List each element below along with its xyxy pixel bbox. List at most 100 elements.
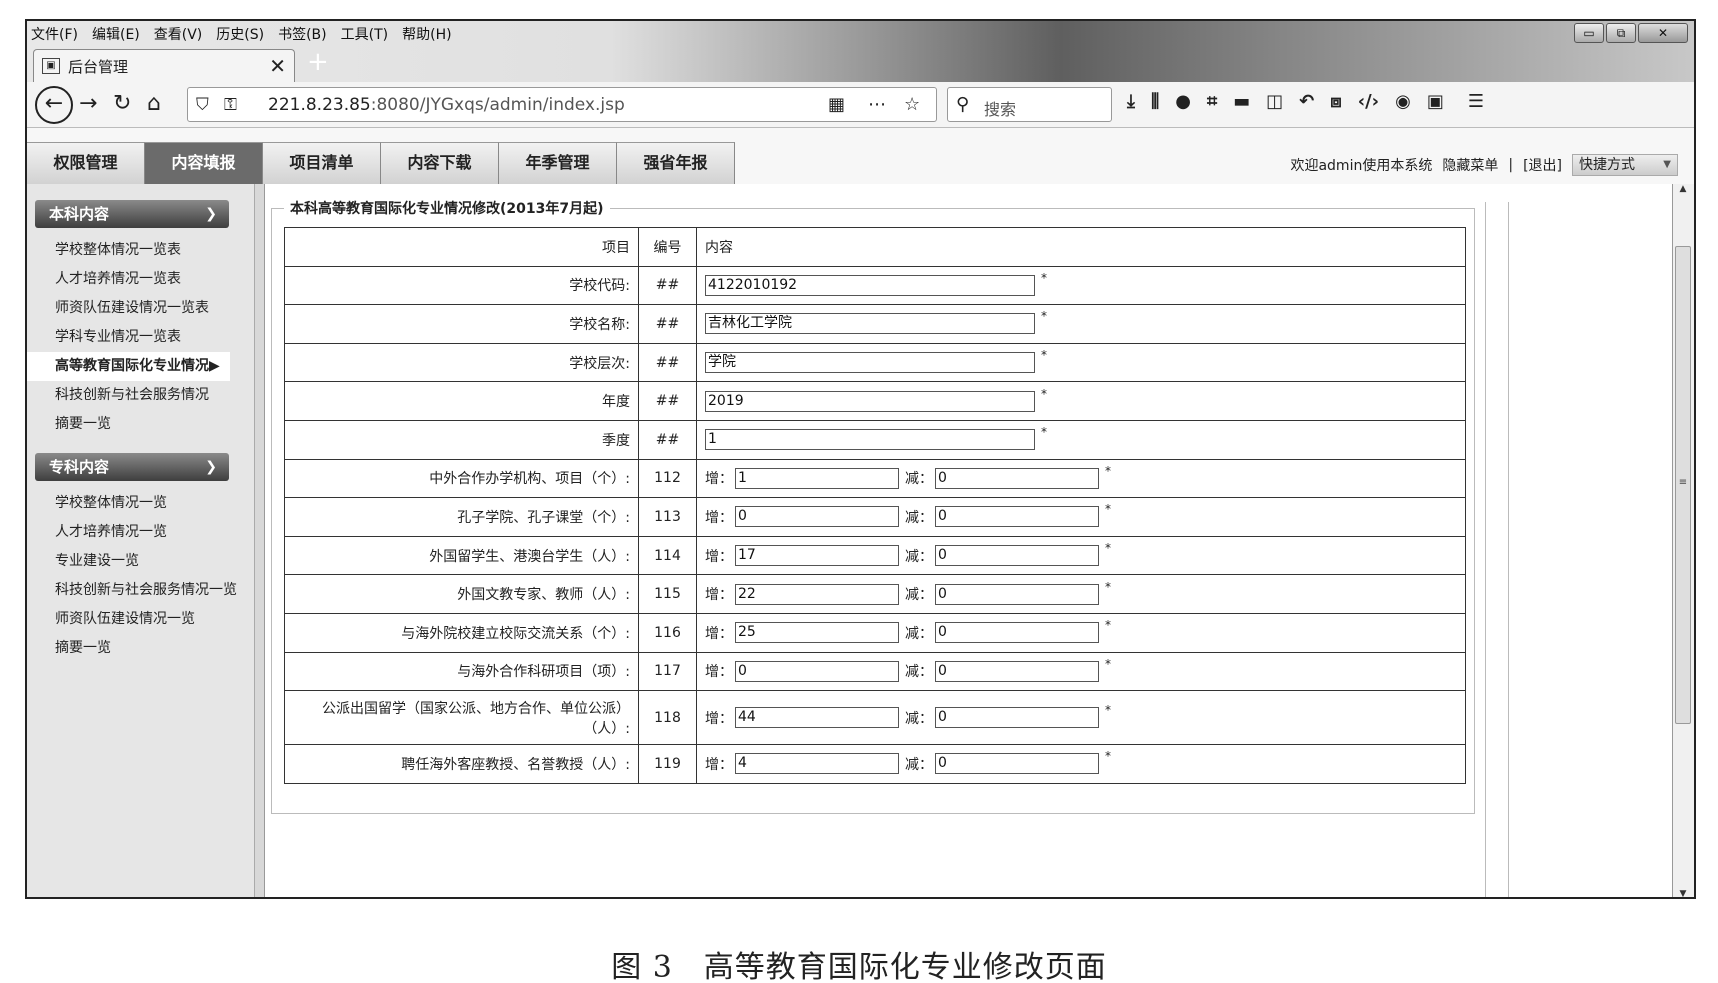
url-bar[interactable]: ⛉ ⚿ 221.8.23.85:8080/JYGxqs/admin/index.… (187, 87, 937, 122)
chevron-down-icon[interactable]: ❯ (205, 200, 217, 228)
sidebar-item[interactable]: 摘要一览 (27, 634, 254, 663)
quarter-input[interactable]: 1 (705, 429, 1035, 451)
reload-icon[interactable]: ↻ (113, 91, 131, 117)
menu-tools[interactable]: 工具(T) (341, 24, 388, 44)
maximize-button[interactable]: ⧉ (1606, 23, 1636, 43)
container-icon[interactable]: ▬ (1233, 91, 1250, 112)
minimize-button[interactable]: ▭ (1574, 23, 1604, 43)
sidebar-item[interactable]: 师资队伍建设情况一览 (27, 605, 254, 634)
crop-icon[interactable]: ⌗ (1207, 91, 1217, 112)
home-icon[interactable]: ⌂ (147, 91, 161, 117)
sidebar-item[interactable]: 学校整体情况一览表 (27, 236, 254, 265)
scroll-down-icon[interactable]: ▼ (1673, 889, 1693, 897)
table-row: 孔子学院、孔子课堂（个）: 113 增： 0 减： 0 * (284, 497, 1466, 537)
decrease-input[interactable]: 0 (935, 753, 1099, 775)
dev-tools-icon[interactable]: ‹/› (1358, 91, 1379, 112)
logout-link[interactable]: [退出] (1523, 155, 1562, 175)
sidebar-item[interactable]: 科技创新与社会服务情况一览 (27, 576, 254, 605)
decrease-input[interactable]: 0 (935, 506, 1099, 528)
increase-input[interactable]: 1 (735, 467, 899, 489)
decrease-input[interactable]: 0 (935, 660, 1099, 682)
sidebar-toggle-icon[interactable]: ◫ (1266, 91, 1283, 112)
section-header-undergrad[interactable]: 本科内容 ❯ (35, 200, 229, 228)
section-title: 本科内容 (49, 205, 110, 223)
more-icon[interactable]: ⋯ (868, 92, 886, 118)
inner-scroll-track[interactable] (1485, 202, 1509, 897)
increase-input[interactable]: 0 (735, 660, 899, 682)
connection-icon[interactable]: ⚿ (224, 92, 237, 118)
bookmark-star-icon[interactable]: ☆ (904, 92, 920, 118)
vertical-scrollbar[interactable]: ▲ ≡ ▼ (1672, 184, 1694, 897)
required-mark: * (1105, 502, 1111, 517)
menu-file[interactable]: 文件(F) (31, 24, 78, 44)
hamburger-menu-icon[interactable]: ☰ (1468, 91, 1484, 112)
decrease-input[interactable]: 0 (935, 467, 1099, 489)
sidebar-item[interactable]: 科技创新与社会服务情况 (27, 381, 254, 410)
scroll-thumb[interactable]: ≡ (1675, 246, 1691, 724)
extension-icon[interactable]: ▣ (1427, 91, 1444, 112)
school-level-input[interactable]: 学院 (705, 352, 1035, 374)
tab-close-icon[interactable]: ✕ (269, 54, 286, 78)
tab-project-list[interactable]: 项目清单 (263, 142, 381, 184)
menu-bookmarks[interactable]: 书签(B) (278, 24, 327, 44)
new-tab-button[interactable]: + (307, 47, 329, 77)
sidebar-item-active[interactable]: 高等教育国际化专业情况▶ (27, 352, 230, 381)
sidebar-item[interactable]: 摘要一览 (27, 410, 254, 439)
increase-input[interactable]: 17 (735, 545, 899, 567)
increase-input[interactable]: 44 (735, 707, 899, 729)
account-icon[interactable]: ◉ (1395, 91, 1411, 112)
title-bar: 文件(F) 编辑(E) 查看(V) 历史(S) 书签(B) 工具(T) 帮助(H… (27, 21, 1694, 82)
sidebar-item[interactable]: 学校整体情况一览 (27, 489, 254, 518)
tab-annual-report[interactable]: 强省年报 (617, 142, 735, 184)
menu-history[interactable]: 历史(S) (216, 24, 264, 44)
download-icon[interactable]: ⤓ (1127, 91, 1135, 112)
increase-input[interactable]: 22 (735, 583, 899, 605)
decrease-input[interactable]: 0 (935, 545, 1099, 567)
row-number: 117 (638, 651, 697, 692)
sidebar-item[interactable]: 人才培养情况一览 (27, 518, 254, 547)
sidebar-item[interactable]: 专业建设一览 (27, 547, 254, 576)
decrease-input[interactable]: 0 (935, 583, 1099, 605)
table-header-row: 项目 编号 内容 (284, 227, 1466, 267)
screenshot-icon[interactable]: ⧈ (1330, 91, 1341, 112)
row-value: 增： 0 减： 0 * (696, 497, 1466, 537)
tab-content-entry[interactable]: 内容填报 (145, 142, 263, 184)
increase-input[interactable]: 0 (735, 506, 899, 528)
row-label: 公派出国留学（国家公派、地方合作、单位公派） （人）: (284, 690, 639, 746)
shield-icon[interactable]: ⛉ (196, 92, 209, 118)
tab-content-download[interactable]: 内容下载 (381, 142, 499, 184)
forward-icon[interactable]: → (79, 91, 97, 117)
chevron-down-icon[interactable]: ❯ (205, 453, 217, 481)
decrease-input[interactable]: 0 (935, 622, 1099, 644)
sidebar-item[interactable]: 师资队伍建设情况一览表 (27, 294, 254, 323)
window-close-button[interactable]: ✕ (1638, 23, 1688, 43)
search-input[interactable]: 搜索 (984, 96, 1016, 120)
menu-help[interactable]: 帮助(H) (402, 24, 451, 44)
qr-code-icon[interactable]: ▦ (828, 92, 845, 118)
search-bar[interactable]: ⚲ 搜索 (947, 87, 1112, 122)
year-input[interactable]: 2019 (705, 390, 1035, 412)
chat-icon[interactable]: ● (1175, 91, 1191, 112)
library-icon[interactable]: ⫼ (1151, 91, 1159, 112)
browser-tab[interactable]: ▣ 后台管理 ✕ (33, 49, 295, 82)
increase-label: 增： (705, 587, 733, 604)
sidebar-item[interactable]: 学科专业情况一览表 (27, 323, 254, 352)
increase-input[interactable]: 25 (735, 622, 899, 644)
scroll-up-icon[interactable]: ▲ (1673, 184, 1693, 194)
school-name-input[interactable]: 吉林化工学院 (705, 313, 1035, 335)
menu-view[interactable]: 查看(V) (154, 24, 203, 44)
quick-access-select[interactable]: 快捷方式 ▼ (1572, 154, 1678, 176)
table-row: 外国留学生、港澳台学生（人）: 114 增： 17 减： 0 * (284, 535, 1466, 576)
undo-icon[interactable]: ↶ (1299, 91, 1314, 112)
back-icon[interactable]: ← (35, 86, 73, 124)
section-header-vocational[interactable]: 专科内容 ❯ (35, 453, 229, 481)
sidebar-splitter[interactable] (255, 184, 265, 897)
decrease-input[interactable]: 0 (935, 707, 1099, 729)
menu-edit[interactable]: 编辑(E) (92, 24, 140, 44)
tab-permissions[interactable]: 权限管理 (27, 142, 145, 184)
school-code-input[interactable]: 4122010192 (705, 274, 1035, 296)
hide-menu-link[interactable]: 隐藏菜单 (1442, 155, 1498, 175)
sidebar-item[interactable]: 人才培养情况一览表 (27, 265, 254, 294)
increase-input[interactable]: 4 (735, 753, 899, 775)
tab-season-management[interactable]: 年季管理 (499, 142, 617, 184)
